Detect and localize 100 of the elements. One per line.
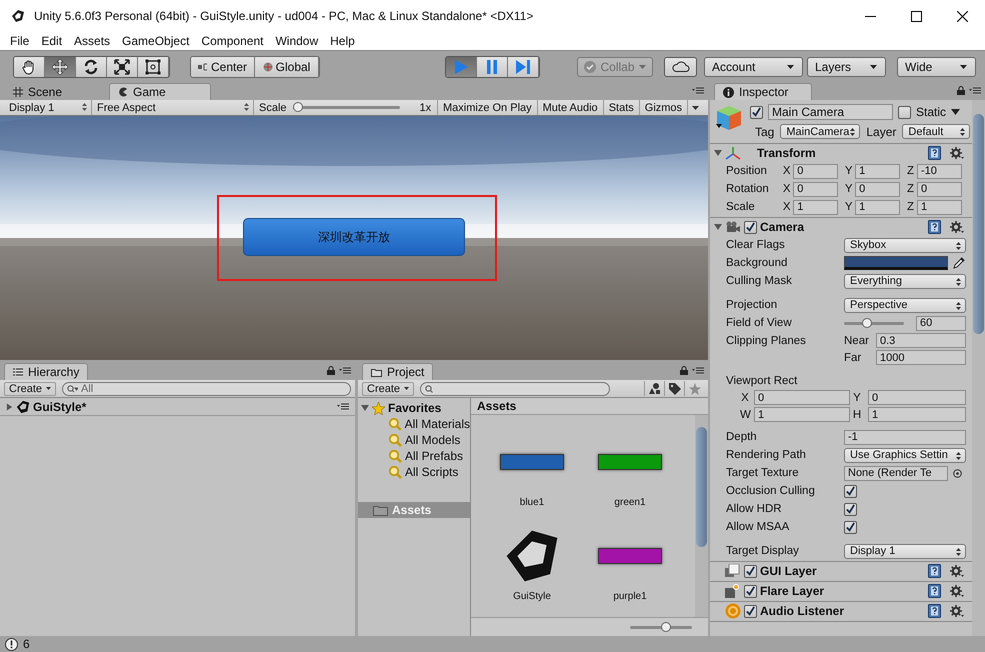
scrollbar[interactable] [972, 100, 985, 636]
playback-button[interactable] [508, 56, 539, 76]
checkbox[interactable] [898, 106, 911, 118]
menu-item[interactable]: Assets [68, 34, 116, 48]
tool-button[interactable] [14, 56, 45, 76]
number-field[interactable]: 60 [916, 316, 966, 330]
help-icon[interactable] [928, 604, 941, 618]
gear-icon[interactable] [950, 220, 964, 234]
target-icon[interactable] [953, 468, 962, 478]
checkbox[interactable] [744, 220, 757, 234]
toggle-button[interactable]: Mute Audio [538, 100, 604, 115]
panel-menu-icon[interactable] [692, 367, 704, 374]
gear-icon[interactable] [950, 584, 964, 598]
toggle-button[interactable]: Maximize On Play [438, 100, 538, 115]
dropdown[interactable]: Perspective [844, 298, 966, 312]
row-menu-icon[interactable] [337, 403, 349, 410]
account-dropdown[interactable]: Account [704, 56, 803, 76]
panel-menu-icon[interactable] [692, 87, 704, 94]
material-swatch[interactable] [598, 548, 662, 564]
menu-item[interactable]: GameObject [116, 34, 196, 48]
number-field[interactable]: 0 [793, 164, 838, 178]
number-field[interactable]: 1 [855, 164, 900, 178]
dropdown[interactable]: Use Graphics Settin [844, 448, 966, 462]
checkbox[interactable] [844, 520, 857, 534]
scrollbar[interactable] [695, 415, 708, 617]
checkbox[interactable] [844, 502, 857, 516]
foldout-arrow-icon[interactable] [361, 404, 369, 412]
menu-item[interactable]: File [4, 34, 36, 48]
search-field[interactable] [420, 382, 610, 396]
number-field[interactable]: 1 [793, 200, 838, 214]
panel-tab[interactable]: Inspector [714, 83, 812, 100]
checkbox[interactable] [750, 106, 763, 118]
game-button[interactable]: 深圳改革开放 [243, 218, 465, 256]
hierarchy-item[interactable]: GuiStyle* [0, 398, 355, 416]
foldout-arrow-icon[interactable] [714, 149, 722, 157]
tag-dropdown[interactable]: MainCamera [780, 124, 860, 139]
playback-button[interactable] [477, 56, 508, 76]
menu-item[interactable]: Help [324, 34, 361, 48]
menu-item[interactable]: Window [269, 34, 324, 48]
panel-menu-icon[interactable] [969, 87, 981, 94]
toggle-button[interactable]: Stats [604, 100, 640, 115]
number-field[interactable]: 1 [868, 407, 966, 422]
layers-dropdown[interactable]: Layers [807, 56, 886, 76]
checkbox[interactable] [744, 604, 757, 618]
number-field[interactable]: 1 [754, 407, 850, 422]
number-field[interactable]: 1 [917, 200, 962, 214]
color-field[interactable] [844, 256, 948, 270]
material-swatch[interactable] [500, 454, 564, 470]
favorites-item[interactable]: Favorites [358, 400, 470, 416]
help-icon[interactable] [928, 220, 941, 234]
dropdown[interactable]: Skybox [844, 238, 966, 252]
help-icon[interactable] [928, 564, 941, 578]
favorite-search-item[interactable]: All Models [358, 432, 470, 448]
panel-menu-icon[interactable] [339, 367, 351, 374]
panel-tab[interactable]: Hierarchy [4, 363, 88, 380]
caret-icon[interactable] [951, 109, 960, 115]
favorite-search-item[interactable]: All Materials [358, 416, 470, 432]
tool-button[interactable] [138, 56, 169, 76]
search-field[interactable]: All [62, 382, 351, 396]
create-button[interactable]: Create [4, 382, 56, 396]
slider-thumb[interactable] [661, 622, 672, 632]
tool-button[interactable] [45, 56, 76, 76]
dropdown[interactable]: Display 1 [844, 544, 966, 558]
gear-icon[interactable] [950, 604, 964, 618]
object-field[interactable]: None (Render Te [844, 466, 948, 480]
name-field[interactable]: Main Camera [768, 104, 893, 120]
checkbox[interactable] [744, 584, 757, 598]
number-field[interactable]: -1 [844, 430, 966, 444]
gear-icon[interactable] [950, 146, 964, 160]
number-field[interactable]: 0 [754, 390, 850, 405]
lock-icon[interactable] [680, 366, 688, 375]
slider-thumb[interactable] [862, 318, 872, 328]
foldout-arrow-icon[interactable] [6, 402, 13, 410]
panel-tab[interactable]: Game [109, 83, 212, 100]
number-field[interactable]: 1 [855, 200, 900, 214]
gear-icon[interactable] [950, 564, 964, 578]
slider-thumb[interactable] [292, 102, 303, 112]
menu-item[interactable]: Component [195, 34, 270, 48]
aspect-dropdown[interactable]: Free Aspect [92, 100, 254, 115]
number-field[interactable]: 0 [793, 182, 838, 196]
lock-icon[interactable] [327, 366, 335, 375]
number-field[interactable]: 0 [868, 390, 966, 405]
favorite-search-item[interactable]: All Prefabs [358, 448, 470, 464]
checkbox[interactable] [744, 564, 757, 578]
number-field[interactable]: 0 [855, 182, 900, 196]
checkbox[interactable] [844, 484, 857, 498]
number-field[interactable]: 0.3 [876, 333, 966, 348]
favorite-search-item[interactable]: All Scripts [358, 464, 470, 480]
caret-icon[interactable] [692, 106, 700, 110]
layout-dropdown[interactable]: Wide [897, 56, 976, 76]
foldout-arrow-icon[interactable] [714, 223, 722, 231]
help-icon[interactable] [928, 146, 941, 160]
material-swatch[interactable] [598, 454, 662, 470]
eyedropper-icon[interactable] [953, 257, 965, 269]
filter-label-button[interactable] [664, 381, 684, 396]
panel-tab[interactable]: Scene [4, 83, 72, 100]
number-field[interactable]: 1000 [876, 350, 966, 365]
number-field[interactable]: -10 [917, 164, 962, 178]
layer-dropdown[interactable]: Default [902, 124, 970, 139]
lock-icon[interactable] [957, 86, 965, 95]
